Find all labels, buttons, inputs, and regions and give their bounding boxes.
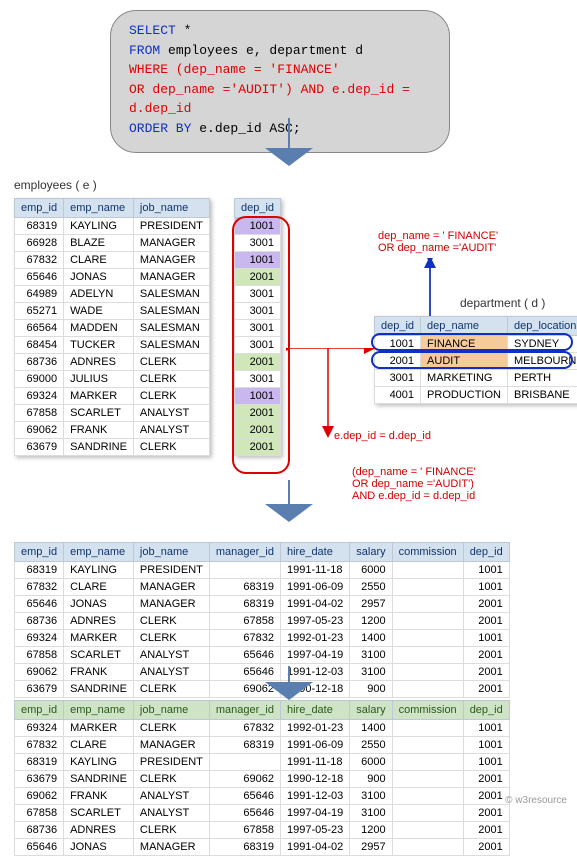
table-row: 68319KAYLINGPRESIDENT	[15, 218, 210, 235]
table-row: 3001	[235, 235, 281, 252]
sql-semicolon: ;	[293, 121, 301, 136]
table-row: 1001	[235, 252, 281, 269]
table-row: 4001PRODUCTIONBRISBANE	[375, 387, 577, 404]
col-hire_date: hire_date	[280, 543, 349, 562]
col-commission: commission	[392, 701, 463, 720]
sql-from-kw: FROM	[129, 43, 168, 58]
table-row: 1001FINANCESYDNEY	[375, 336, 577, 353]
table-row: 69062FRANKANALYST656461991-12-0331002001	[15, 788, 510, 805]
employees-table: emp_idemp_namejob_name 68319KAYLINGPRESI…	[14, 198, 210, 456]
table-row: 66928BLAZEMANAGER	[15, 235, 210, 252]
table-row: 2001	[235, 439, 281, 456]
table-row: 3001	[235, 286, 281, 303]
flow-arrow-2-stem	[288, 480, 290, 504]
footer-credit: © w3resource	[505, 795, 567, 806]
table-row: 69324MARKERCLERK678321992-01-2314001001	[15, 630, 510, 647]
blue-arrow-up	[416, 258, 446, 318]
sql-where1: WHERE (dep_name = 'FINANCE'	[129, 62, 340, 77]
table-row: 68319KAYLINGPRESIDENT1991-11-1860001001	[15, 754, 510, 771]
col-dep-id: dep_id	[235, 199, 281, 218]
col-dep_id: dep_id	[463, 701, 509, 720]
table-row: 67858SCARLETANALYST	[15, 405, 210, 422]
table-row: 69324MARKERCLERK	[15, 388, 210, 405]
sql-query-box: SELECT * FROM employees e, department d …	[110, 10, 450, 153]
col-hire_date: hire_date	[280, 701, 349, 720]
table-row: 64989ADELYNSALESMAN	[15, 286, 210, 303]
annot-full-cond: (dep_name = ' FINANCE' OR dep_name ='AUD…	[352, 466, 476, 502]
col-emp_id: emp_id	[15, 543, 64, 562]
table-row: 65646JONASMANAGER	[15, 269, 210, 286]
col-job_name: job_name	[133, 543, 209, 562]
flow-arrow-1-head	[265, 148, 313, 166]
table-row: 65646JONASMANAGER683191991-04-0229572001	[15, 596, 510, 613]
table-row: 2001AUDITMELBOURNE	[375, 353, 577, 370]
table-row: 67858SCARLETANALYST656461997-04-19310020…	[15, 647, 510, 664]
table-row: 68736ADNRESCLERK678581997-05-2312002001	[15, 822, 510, 839]
col-dep_name: dep_name	[421, 317, 508, 336]
table-row: 1001	[235, 218, 281, 235]
table-row: 3001MARKETINGPERTH	[375, 370, 577, 387]
table-row: 65271WADESALESMAN	[15, 303, 210, 320]
table-row: 63679SANDRINECLERK690621990-12-189002001	[15, 681, 510, 698]
table-row: 66564MADDENSALESMAN	[15, 320, 210, 337]
col-emp_id: emp_id	[15, 199, 64, 218]
result-table-ordered: emp_idemp_namejob_namemanager_idhire_dat…	[14, 700, 510, 856]
col-salary: salary	[350, 701, 392, 720]
table-row: 69000JULIUSCLERK	[15, 371, 210, 388]
table-row: 69324MARKERCLERK678321992-01-2314001001	[15, 720, 510, 737]
sql-where2: OR dep_name ='AUDIT') AND e.dep_id = d.d…	[129, 82, 410, 117]
annot-where-cond: dep_name = ' FINANCE' OR dep_name ='AUDI…	[378, 230, 498, 254]
table-row: 3001	[235, 371, 281, 388]
flow-arrow-3-head	[265, 682, 313, 700]
col-emp_name: emp_name	[64, 701, 134, 720]
col-manager_id: manager_id	[209, 701, 280, 720]
col-dep_id: dep_id	[375, 317, 421, 336]
table-row: 2001	[235, 269, 281, 286]
flow-arrow-2-head	[265, 504, 313, 522]
department-table: dep_iddep_namedep_location 1001FINANCESY…	[374, 316, 577, 404]
table-row: 68454TUCKERSALESMAN	[15, 337, 210, 354]
sql-from-tables: employees e, department d	[168, 43, 363, 58]
col-dep_location: dep_location	[508, 317, 577, 336]
col-emp_id: emp_id	[15, 701, 64, 720]
flow-arrow-1-stem	[288, 118, 290, 148]
col-job_name: job_name	[133, 199, 209, 218]
table-row: 3001	[235, 303, 281, 320]
sql-orderby-kw: ORDER BY	[129, 121, 199, 136]
table-row: 1001	[235, 388, 281, 405]
col-dep_id: dep_id	[463, 543, 509, 562]
table-row: 3001	[235, 320, 281, 337]
department-table-title: department ( d )	[460, 296, 545, 310]
table-row: 68319KAYLINGPRESIDENT1991-11-1860001001	[15, 562, 510, 579]
table-row: 68736ADNRESCLERK678581997-05-2312002001	[15, 613, 510, 630]
col-emp_name: emp_name	[64, 199, 134, 218]
table-row: 2001	[235, 405, 281, 422]
col-salary: salary	[350, 543, 392, 562]
employees-table-title: employees ( e )	[14, 178, 97, 192]
table-row: 63679SANDRINECLERK690621990-12-189002001	[15, 771, 510, 788]
table-row: 69062FRANKANALYST	[15, 422, 210, 439]
table-row: 65646JONASMANAGER683191991-04-0229572001	[15, 839, 510, 856]
table-row: 67832CLAREMANAGER683191991-06-0925501001	[15, 737, 510, 754]
table-row: 67832CLAREMANAGER683191991-06-0925501001	[15, 579, 510, 596]
col-job_name: job_name	[133, 701, 209, 720]
table-row: 67858SCARLETANALYST656461997-04-19310020…	[15, 805, 510, 822]
col-manager_id: manager_id	[209, 543, 280, 562]
table-row: 68736ADNRESCLERK	[15, 354, 210, 371]
sql-select: SELECT	[129, 23, 176, 38]
flow-arrow-3-stem	[288, 666, 290, 682]
table-row: 63679SANDRINECLERK	[15, 439, 210, 456]
table-row: 2001	[235, 422, 281, 439]
sql-star: *	[176, 23, 192, 38]
table-row: 2001	[235, 354, 281, 371]
col-emp_name: emp_name	[64, 543, 134, 562]
employees-depid-column: dep_id 100130011001200130013001300130012…	[234, 198, 281, 456]
sql-orderby-col: e.dep_id ASC	[199, 121, 293, 136]
annot-join-cond: e.dep_id = d.dep_id	[334, 430, 431, 442]
result-table-join: emp_idemp_namejob_namemanager_idhire_dat…	[14, 542, 510, 698]
table-row: 3001	[235, 337, 281, 354]
col-commission: commission	[392, 543, 463, 562]
table-row: 69062FRANKANALYST656461991-12-0331002001	[15, 664, 510, 681]
table-row: 67832CLAREMANAGER	[15, 252, 210, 269]
